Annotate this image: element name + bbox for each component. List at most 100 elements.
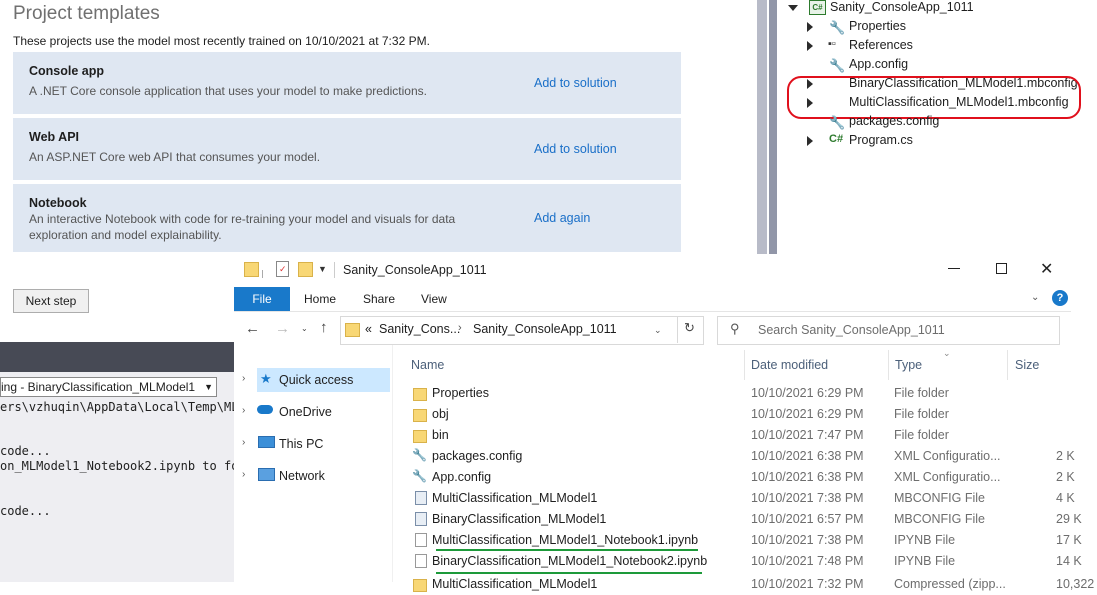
- chevron-down-icon[interactable]: [788, 5, 798, 11]
- close-button[interactable]: ✕: [1040, 259, 1053, 279]
- file-row[interactable]: 🔧 packages.config 10/10/2021 6:38 PM XML…: [410, 446, 1075, 467]
- file-row[interactable]: Properties 10/10/2021 6:29 PM File folde…: [410, 383, 1071, 404]
- chevron-right-icon[interactable]: ›: [242, 373, 245, 384]
- address-bar[interactable]: « Sanity_Cons... › Sanity_ConsoleApp_101…: [340, 316, 704, 345]
- file-date: 10/10/2021 7:38 PM: [751, 533, 864, 547]
- chevron-right-icon[interactable]: ›: [242, 469, 245, 480]
- file-row[interactable]: BinaryClassification_MLModel1_Notebook2.…: [410, 551, 1082, 572]
- up-arrow-icon[interactable]: ↑: [320, 319, 328, 336]
- card-description: A .NET Core console application that use…: [29, 84, 427, 98]
- breadcrumb-overflow[interactable]: «: [365, 322, 372, 336]
- tree-item-references[interactable]: References: [849, 36, 913, 55]
- chevron-down-icon[interactable]: ⌄: [1031, 292, 1039, 303]
- chevron-down-icon[interactable]: ▼: [318, 264, 327, 274]
- nav-this-pc[interactable]: This PC: [279, 434, 323, 454]
- config-icon: 🔧: [829, 115, 846, 130]
- tree-item-app-config[interactable]: App.config: [849, 55, 908, 74]
- column-divider[interactable]: [744, 350, 745, 380]
- forward-arrow-icon[interactable]: →: [275, 320, 290, 337]
- separator: [334, 262, 335, 278]
- maximize-button[interactable]: [996, 263, 1007, 274]
- chevron-down-icon: ▼: [204, 382, 213, 392]
- card-console-app: Console app A .NET Core console applicat…: [13, 52, 681, 114]
- card-title: Console app: [29, 64, 105, 78]
- column-header-size[interactable]: Size: [1015, 358, 1039, 372]
- file-row[interactable]: obj 10/10/2021 6:29 PM File folder: [410, 404, 1071, 425]
- project-node[interactable]: Sanity_ConsoleApp_1011: [830, 0, 974, 17]
- file-type: IPYNB File: [894, 554, 956, 568]
- back-arrow-icon[interactable]: ←: [245, 320, 260, 337]
- file-row[interactable]: MultiClassification_MLModel1_Notebook1.i…: [410, 530, 1082, 551]
- file-size: 10,322 K: [1056, 577, 1097, 591]
- mbconfig-icon: [415, 491, 427, 505]
- output-line: on_MLModel1_Notebook2.ipynb to fol: [0, 459, 246, 473]
- window-title: Sanity_ConsoleApp_1011: [343, 263, 487, 277]
- new-folder-icon[interactable]: [298, 262, 313, 277]
- file-type: MBCONFIG File: [894, 491, 985, 505]
- tab-view[interactable]: View: [421, 287, 447, 311]
- file-name: BinaryClassification_MLModel1: [432, 512, 607, 526]
- search-box[interactable]: ⚲ Search Sanity_ConsoleApp_1011: [717, 316, 1060, 345]
- tree-item-packages-config[interactable]: packages.config: [849, 112, 939, 131]
- file-size: 17 K: [1056, 533, 1082, 547]
- add-again-link[interactable]: Add again: [534, 211, 590, 225]
- file-date: 10/10/2021 7:32 PM: [751, 577, 864, 591]
- file-name: Properties: [432, 386, 489, 400]
- chevron-down-icon[interactable]: ⌄: [654, 325, 662, 336]
- file-date: 10/10/2021 6:29 PM: [751, 386, 864, 400]
- file-row[interactable]: BinaryClassification_MLModel1 10/10/2021…: [410, 509, 1082, 530]
- card-description: An ASP.NET Core web API that consumes yo…: [29, 150, 321, 164]
- chevron-right-icon[interactable]: ›: [242, 437, 245, 448]
- tab-share[interactable]: Share: [363, 287, 395, 311]
- network-icon: [258, 468, 275, 481]
- cloud-icon: [257, 405, 273, 414]
- file-row[interactable]: 🔧 App.config 10/10/2021 6:38 PM XML Conf…: [410, 467, 1075, 488]
- tree-item-properties[interactable]: Properties: [849, 17, 906, 36]
- tree-item-program-cs[interactable]: Program.cs: [849, 131, 913, 150]
- next-step-button[interactable]: Next step: [13, 289, 89, 313]
- folder-icon: [413, 430, 427, 443]
- nav-network[interactable]: Network: [279, 466, 325, 486]
- chevron-right-icon[interactable]: ›: [242, 405, 245, 416]
- folder-icon: [244, 262, 259, 277]
- breadcrumb-item[interactable]: Sanity_Cons...: [379, 322, 460, 336]
- nav-quick-access[interactable]: Quick access: [279, 370, 353, 390]
- file-date: 10/10/2021 6:29 PM: [751, 407, 864, 421]
- nav-onedrive[interactable]: OneDrive: [279, 402, 332, 422]
- column-header-date[interactable]: Date modified: [751, 358, 828, 372]
- add-to-solution-link[interactable]: Add to solution: [534, 142, 617, 156]
- config-icon: 🔧: [412, 448, 427, 462]
- chevron-right-icon[interactable]: [807, 41, 813, 51]
- file-name: obj: [432, 407, 449, 421]
- scrollbar-track[interactable]: [769, 0, 777, 254]
- chevron-right-icon[interactable]: [807, 22, 813, 32]
- tab-home[interactable]: Home: [304, 287, 336, 311]
- column-divider[interactable]: [1007, 350, 1008, 380]
- file-row[interactable]: bin 10/10/2021 7:47 PM File folder: [410, 425, 1071, 446]
- refresh-icon: ↻: [684, 320, 695, 335]
- file-date: 10/10/2021 7:38 PM: [751, 491, 864, 505]
- file-name: MultiClassification_MLModel1: [432, 577, 598, 591]
- tab-file[interactable]: File: [234, 287, 290, 311]
- computer-icon: [258, 436, 275, 448]
- file-row[interactable]: MultiClassification_MLModel1 10/10/2021 …: [410, 488, 1075, 509]
- file-row[interactable]: MultiClassification_MLModel1 10/10/2021 …: [410, 574, 1097, 595]
- column-header-name[interactable]: Name: [411, 358, 444, 372]
- chevron-down-icon[interactable]: ⌄: [301, 324, 308, 333]
- chevron-right-icon[interactable]: ›: [458, 322, 462, 334]
- add-to-solution-link[interactable]: Add to solution: [534, 76, 617, 90]
- breadcrumb-item[interactable]: Sanity_ConsoleApp_1011: [473, 322, 617, 336]
- column-header-type[interactable]: Type: [895, 358, 922, 372]
- references-icon: ▪▫: [828, 38, 836, 50]
- output-source-dropdown[interactable]: ing - BinaryClassification_MLModel1 ▼: [0, 377, 217, 397]
- minimize-button[interactable]: [948, 268, 960, 269]
- column-divider[interactable]: [888, 350, 889, 380]
- mbconfig-icon: [415, 512, 427, 526]
- help-icon[interactable]: ?: [1052, 290, 1068, 306]
- chevron-right-icon[interactable]: [807, 136, 813, 146]
- file-type: File folder: [894, 386, 949, 400]
- refresh-button[interactable]: ↻: [677, 316, 703, 343]
- page-subtitle: These projects use the model most recent…: [13, 34, 430, 48]
- properties-icon[interactable]: ✓: [276, 261, 289, 277]
- scrollbar-track[interactable]: [757, 0, 767, 254]
